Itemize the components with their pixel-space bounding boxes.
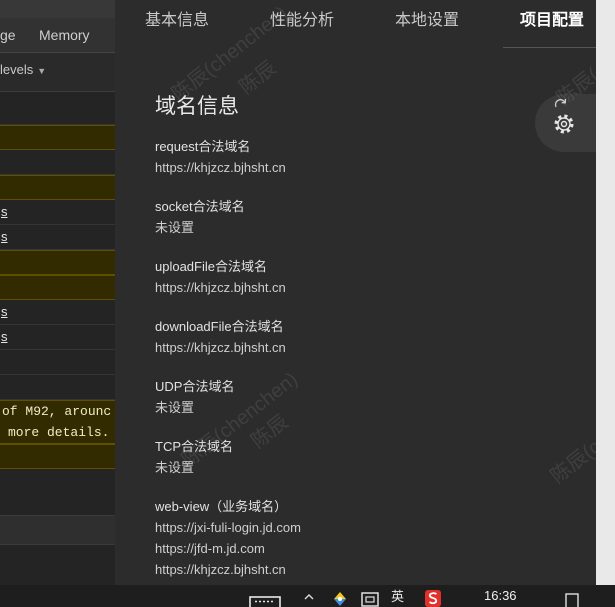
domain-group-socket: socket合法域名 未设置 [155, 196, 575, 238]
refresh-icon [554, 98, 567, 108]
console-row [0, 375, 115, 400]
display-icon[interactable] [361, 591, 379, 607]
keyboard-icon[interactable] [249, 596, 281, 607]
domain-label: request合法域名 [155, 139, 251, 154]
console-warning-row [0, 275, 115, 300]
chevron-up-icon[interactable] [304, 593, 314, 600]
source-link[interactable]: s [0, 329, 8, 344]
warning-message-line: more details. [8, 425, 110, 440]
domain-value: 未设置 [155, 460, 195, 475]
log-levels-label: levels [0, 62, 34, 77]
section-title: 域名信息 [155, 95, 239, 118]
domain-value: https://khjzcz.bjhsht.cn [155, 340, 286, 355]
console-row: s [0, 225, 115, 250]
console-row [0, 95, 115, 125]
domain-info-section: 域名信息 request合法域名 https://khjzcz.bjhsht.c… [155, 93, 575, 580]
console-warning-row [0, 444, 115, 469]
devtools-tab-bar: ge Memory [0, 18, 115, 53]
settings-button[interactable] [535, 94, 596, 152]
domain-group-web-view: web-view（业务域名） https://jxi-fuli-login.jd… [155, 496, 575, 580]
domain-group-udp: UDP合法域名 未设置 [155, 376, 575, 418]
tab-basic-info[interactable]: 基本信息 [145, 7, 209, 35]
domain-group-request: request合法域名 https://khjzcz.bjhsht.cn [155, 136, 575, 178]
active-tab-indicator [503, 47, 596, 48]
domain-value: 未设置 [155, 220, 195, 235]
wps-icon[interactable] [424, 589, 442, 607]
console-warning-row [0, 250, 115, 275]
clock-time[interactable]: 16:36 [484, 588, 517, 604]
console-row [0, 469, 115, 515]
console-messages: s s s s of M92, arounc more details. [0, 95, 115, 585]
tab-project-config[interactable]: 项目配置 [520, 7, 584, 35]
console-row: s [0, 325, 115, 350]
tab-performance[interactable]: 性能分析 [270, 7, 334, 35]
domain-group-download-file: downloadFile合法域名 https://khjzcz.bjhsht.c… [155, 316, 575, 358]
caret-down-icon: ▼ [37, 66, 47, 76]
console-row [0, 350, 115, 375]
console-warning-message: of M92, arounc more details. [0, 400, 115, 444]
taskbar: 英 16:36 [0, 585, 615, 607]
domain-value: https://jfd-m.jd.com [155, 541, 265, 556]
source-link[interactable]: s [0, 229, 8, 244]
console-row: s [0, 200, 115, 225]
panel-tab-bar: 基本信息 性能分析 本地设置 项目配置 [145, 7, 584, 35]
console-row: s [0, 300, 115, 325]
tab-local-settings[interactable]: 本地设置 [395, 7, 459, 35]
domain-value: https://khjzcz.bjhsht.cn [155, 562, 286, 577]
console-filter-bar: levels ▼ [0, 53, 115, 92]
domain-value: 未设置 [155, 400, 195, 415]
domain-label: UDP合法域名 [155, 379, 235, 394]
source-link[interactable]: s [0, 204, 8, 219]
devtools-tab-memory[interactable]: Memory [39, 18, 90, 52]
domain-label: downloadFile合法域名 [155, 319, 284, 334]
devtools-console-panel: ge Memory levels ▼ s s s s of M92, arounc… [0, 0, 115, 585]
console-row [0, 150, 115, 175]
domain-label: uploadFile合法域名 [155, 259, 267, 274]
domain-group-tcp: TCP合法域名 未设置 [155, 436, 575, 478]
log-levels-dropdown[interactable]: levels ▼ [0, 54, 46, 86]
domain-label: socket合法域名 [155, 199, 245, 214]
console-input[interactable] [0, 515, 115, 545]
devtools-toolbar [0, 0, 115, 18]
ime-language-indicator[interactable]: 英 [391, 588, 404, 606]
domain-label: web-view（业务域名） [155, 499, 288, 514]
console-warning-row [0, 125, 115, 150]
notification-icon[interactable] [565, 593, 579, 607]
project-details-panel: 基本信息 性能分析 本地设置 项目配置 域名信息 request合法域名 htt… [115, 0, 596, 585]
gear-icon [554, 114, 574, 134]
window-edge [596, 0, 615, 585]
console-warning-row [0, 175, 115, 200]
warning-message-line: of M92, arounc [2, 404, 112, 419]
domain-group-upload-file: uploadFile合法域名 https://khjzcz.bjhsht.cn [155, 256, 575, 298]
source-link[interactable]: s [0, 304, 8, 319]
domain-label: TCP合法域名 [155, 439, 234, 454]
domain-value: https://jxi-fuli-login.jd.com [155, 520, 301, 535]
domain-value: https://khjzcz.bjhsht.cn [155, 280, 286, 295]
devtools-tab-storage[interactable]: ge [0, 18, 16, 52]
domain-value: https://khjzcz.bjhsht.cn [155, 160, 286, 175]
app-icon[interactable] [331, 590, 349, 607]
